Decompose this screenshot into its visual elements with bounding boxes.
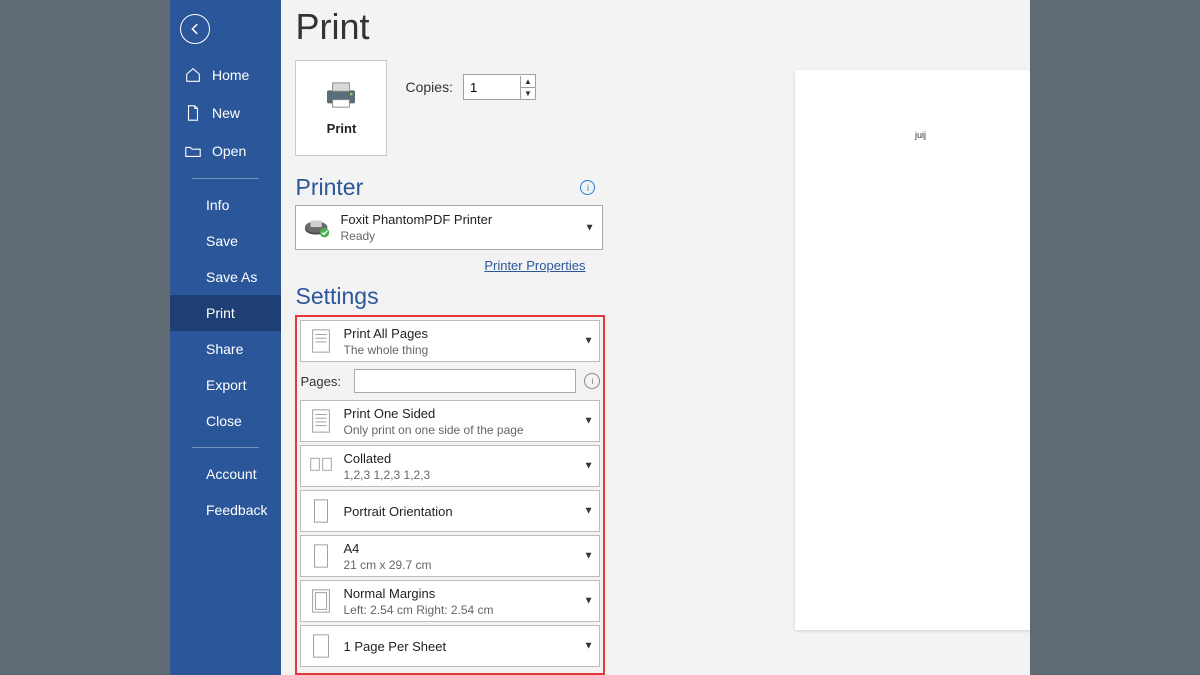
sidebar-item-feedback[interactable]: Feedback	[170, 492, 281, 528]
chevron-down-icon: ▼	[584, 596, 594, 607]
sidebar-item-label: Close	[206, 413, 242, 429]
setting-sub: Left: 2.54 cm Right: 2.54 cm	[343, 603, 593, 617]
preview-text: juij	[915, 130, 926, 140]
setting-collation[interactable]: Collated 1,2,3 1,2,3 1,2,3 ▼	[300, 445, 600, 487]
printer-icon	[322, 81, 360, 109]
setting-title: Portrait Orientation	[343, 504, 593, 519]
copies-input[interactable]	[464, 76, 520, 98]
sidebar-item-home[interactable]: Home	[170, 56, 281, 94]
print-settings-column: Print Print Copies: ▲ ▼	[281, 0, 795, 675]
page-one-sided-icon	[307, 407, 335, 435]
chevron-down-icon: ▼	[584, 506, 594, 517]
print-button-label: Print	[327, 121, 357, 136]
info-icon[interactable]: i	[584, 373, 600, 389]
sidebar-item-new[interactable]: New	[170, 94, 281, 132]
sidebar-item-share[interactable]: Share	[170, 331, 281, 367]
folder-open-icon	[184, 142, 202, 160]
print-button[interactable]: Print	[295, 60, 387, 156]
chevron-down-icon: ▼	[585, 222, 595, 233]
setting-orientation[interactable]: Portrait Orientation ▼	[300, 490, 600, 532]
setting-title: A4	[343, 541, 593, 556]
pages-label: Pages:	[300, 374, 346, 389]
setting-title: Collated	[343, 451, 593, 466]
sidebar: Home New Open Info Save Save As Print	[170, 0, 281, 675]
sidebar-item-label: Share	[206, 341, 243, 357]
sidebar-item-label: Print	[206, 305, 235, 321]
setting-paper-size[interactable]: A4 21 cm x 29.7 cm ▼	[300, 535, 600, 577]
sidebar-item-save[interactable]: Save	[170, 223, 281, 259]
settings-highlight-box: Print All Pages The whole thing ▼ Pages:…	[295, 315, 605, 675]
chevron-down-icon: ▼	[584, 336, 594, 347]
setting-sub: 1,2,3 1,2,3 1,2,3	[343, 468, 593, 482]
sidebar-item-label: New	[212, 105, 240, 121]
printer-properties-link[interactable]: Printer Properties	[295, 258, 585, 273]
content-area: Print Print Copies: ▲ ▼	[281, 0, 1030, 675]
sidebar-item-export[interactable]: Export	[170, 367, 281, 403]
sidebar-item-label: Export	[206, 377, 246, 393]
sidebar-item-info[interactable]: Info	[170, 187, 281, 223]
chevron-down-icon: ▼	[584, 461, 594, 472]
chevron-down-icon: ▼	[584, 641, 594, 652]
setting-sub: The whole thing	[343, 343, 593, 357]
sidebar-item-label: Info	[206, 197, 229, 213]
margins-icon	[307, 587, 335, 615]
gutter-right	[1030, 0, 1200, 675]
sidebar-item-label: Save	[206, 233, 238, 249]
copies-decrement-button[interactable]: ▼	[521, 88, 535, 99]
info-icon[interactable]: i	[580, 180, 595, 195]
home-icon	[184, 66, 202, 84]
sidebar-item-label: Account	[206, 466, 257, 482]
back-button[interactable]	[180, 14, 210, 44]
setting-title: 1 Page Per Sheet	[343, 639, 593, 654]
settings-section-heading: Settings	[295, 283, 378, 310]
printer-small-icon	[304, 217, 332, 239]
document-icon	[184, 104, 202, 122]
setting-duplex[interactable]: Print One Sided Only print on one side o…	[300, 400, 600, 442]
pages-input[interactable]	[354, 369, 576, 393]
setting-title: Print One Sided	[343, 406, 593, 421]
setting-sub: 21 cm x 29.7 cm	[343, 558, 593, 572]
sidebar-item-save-as[interactable]: Save As	[170, 259, 281, 295]
sidebar-item-close[interactable]: Close	[170, 403, 281, 439]
setting-title: Normal Margins	[343, 586, 593, 601]
collated-icon	[307, 452, 335, 480]
app-window: Home New Open Info Save Save As Print	[170, 0, 1030, 675]
printer-section-heading: Printer	[295, 174, 363, 201]
printer-status: Ready	[340, 229, 594, 243]
sidebar-divider	[192, 178, 259, 179]
setting-title: Print All Pages	[343, 326, 593, 341]
sheet-icon	[307, 632, 335, 660]
page-title: Print	[295, 6, 795, 48]
preview-page: juij	[795, 70, 1030, 630]
setting-print-range[interactable]: Print All Pages The whole thing ▼	[300, 320, 600, 362]
setting-pages-per-sheet[interactable]: 1 Page Per Sheet ▼	[300, 625, 600, 667]
sidebar-item-label: Home	[212, 67, 249, 83]
copies-spinner: ▲ ▼	[463, 74, 536, 100]
copies-increment-button[interactable]: ▲	[521, 76, 535, 88]
paper-icon	[307, 542, 335, 570]
chevron-down-icon: ▼	[584, 416, 594, 427]
chevron-down-icon: ▼	[584, 551, 594, 562]
sidebar-item-open[interactable]: Open	[170, 132, 281, 170]
print-preview-area: juij	[795, 0, 1030, 675]
sidebar-item-label: Save As	[206, 269, 257, 285]
setting-margins[interactable]: Normal Margins Left: 2.54 cm Right: 2.54…	[300, 580, 600, 622]
sidebar-item-label: Feedback	[206, 502, 267, 518]
sidebar-item-print[interactable]: Print	[170, 295, 281, 331]
copies-label: Copies:	[405, 79, 452, 95]
printer-select[interactable]: Foxit PhantomPDF Printer Ready ▼	[295, 205, 603, 250]
sidebar-item-label: Open	[212, 143, 246, 159]
printer-name: Foxit PhantomPDF Printer	[340, 212, 594, 227]
gutter-left	[0, 0, 170, 675]
portrait-icon	[307, 497, 335, 525]
sidebar-divider	[192, 447, 259, 448]
sidebar-item-account[interactable]: Account	[170, 456, 281, 492]
setting-sub: Only print on one side of the page	[343, 423, 593, 437]
page-icon	[307, 327, 335, 355]
